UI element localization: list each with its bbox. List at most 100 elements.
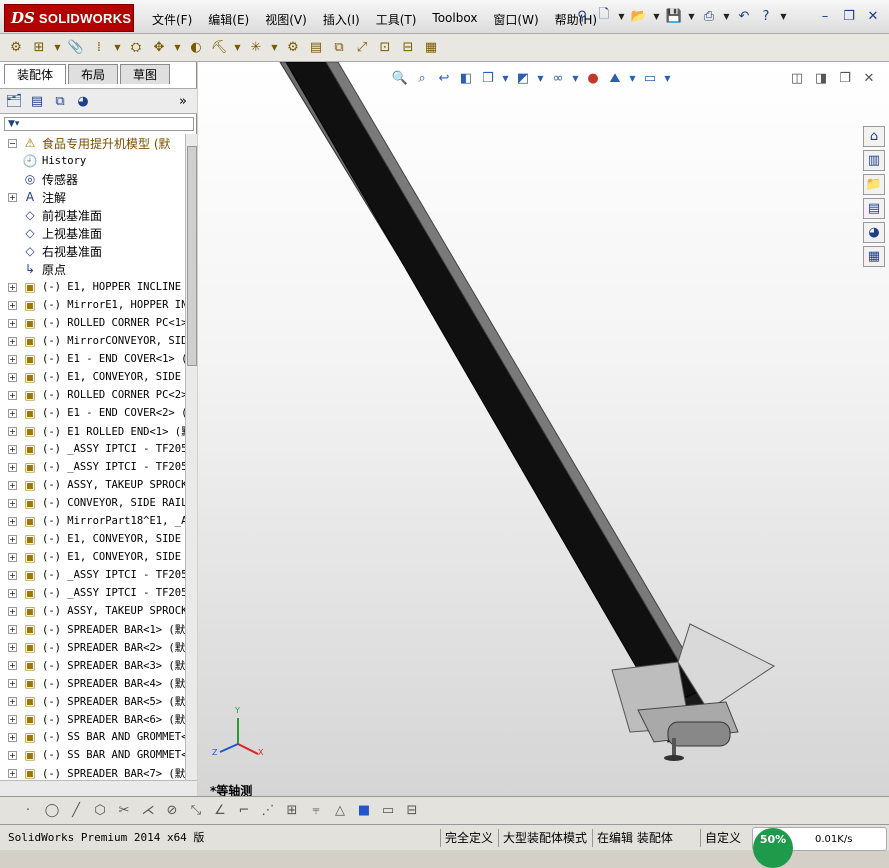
expand-icon[interactable]: +	[8, 552, 17, 562]
chevron-down-icon[interactable]: ▼	[627, 68, 638, 88]
clearance-icon[interactable]: ⊟	[398, 38, 418, 58]
tree-item[interactable]: + ▣ (-) E1 ROLLED END<1> (默	[0, 422, 185, 440]
zoom-area-icon[interactable]: ⌕	[412, 68, 432, 88]
chevron-down-icon[interactable]: ▼	[616, 6, 627, 26]
trim-icon[interactable]: ✂	[114, 801, 134, 821]
close-view-icon[interactable]: ✕	[859, 68, 879, 88]
edit-component-icon[interactable]: ⚙	[6, 38, 26, 58]
interference-icon[interactable]: ⊡	[375, 38, 395, 58]
tree-item[interactable]: + ▣ (-) SPREADER BAR<2> (默	[0, 638, 185, 656]
expand-icon[interactable]: +	[8, 300, 17, 310]
shaded-display-icon[interactable]: ■	[354, 801, 374, 821]
angle-icon[interactable]: ∠	[210, 801, 230, 821]
tree-item[interactable]: + ▣ (-) SPREADER BAR<4> (默	[0, 674, 185, 692]
bill-of-materials-icon[interactable]: ▤	[306, 38, 326, 58]
chevron-down-icon[interactable]: ▼	[535, 68, 546, 88]
tree-item[interactable]: + ▣ (-) E1, CONVEYOR, SIDE	[0, 530, 185, 548]
restore-view-icon[interactable]: ❐	[835, 68, 855, 88]
open-icon[interactable]: 📂	[629, 6, 649, 26]
expand-icon[interactable]: +	[8, 390, 17, 400]
status-custom[interactable]: 自定义	[700, 829, 741, 847]
tree-item[interactable]: + ▣ (-) _ASSY IPTCI - TF205	[0, 458, 185, 476]
tree-item[interactable]: + ▣ (-) SPREADER BAR<3> (默	[0, 656, 185, 674]
move-component-icon[interactable]: ✥	[149, 38, 169, 58]
expand-icon[interactable]: +	[8, 714, 17, 724]
solidworks-resources-icon[interactable]: ⌂	[863, 126, 885, 147]
expand-icon[interactable]: +	[8, 498, 17, 508]
tree-hscrollbar[interactable]	[0, 780, 197, 796]
tree-item[interactable]: + ▣ (-) CONVEYOR, SIDE RAIL	[0, 494, 185, 512]
new-motion-study-icon[interactable]: ⚙	[283, 38, 303, 58]
expand-icon[interactable]: +	[8, 768, 17, 778]
expand-icon[interactable]: +	[8, 732, 17, 742]
menu-toolbox[interactable]: Toolbox	[432, 11, 477, 28]
expand-icon[interactable]: +	[8, 606, 17, 616]
assembly-features-icon[interactable]: ⛏	[209, 38, 229, 58]
network-monitor[interactable]: 50% 0.01K/s	[752, 827, 887, 868]
tree-item[interactable]: + ▣ (-) MirrorCONVEYOR, SID	[0, 332, 185, 350]
reference-geometry-icon[interactable]: ✳	[246, 38, 266, 58]
tree-item[interactable]: + ▣ (-) E1 - END COVER<1> (	[0, 350, 185, 368]
collapse-icon[interactable]: −	[8, 138, 17, 148]
tree-item[interactable]: + ▣ (-) E1, CONVEYOR, SIDE	[0, 368, 185, 386]
exploded-view-icon[interactable]: ⧉	[329, 38, 349, 58]
restore-icon[interactable]: ❐	[839, 6, 859, 26]
menu-file[interactable]: 文件(F)	[152, 11, 192, 28]
chevron-down-icon[interactable]: ▼	[570, 68, 581, 88]
tree-item[interactable]: + ▣ (-) E1, CONVEYOR, SIDE	[0, 548, 185, 566]
view-orientation-icon[interactable]: ❒	[478, 68, 498, 88]
menu-tools[interactable]: 工具(T)	[376, 11, 417, 28]
view-settings-icon[interactable]: ▭	[640, 68, 660, 88]
tree-item[interactable]: ◇ 上视基准面	[0, 224, 185, 242]
tree-item[interactable]: + ▣ (-) MirrorE1, HOPPER IN	[0, 296, 185, 314]
menu-window[interactable]: 窗口(W)	[493, 11, 538, 28]
expand-icon[interactable]: +	[8, 480, 17, 490]
expand-icon[interactable]: +	[8, 354, 17, 364]
expand-icon[interactable]: +	[8, 336, 17, 346]
tab-assembly[interactable]: 装配体	[4, 64, 67, 84]
pin-icon[interactable]: ⚲	[572, 6, 592, 26]
expand-icon[interactable]: +	[8, 696, 17, 706]
expand-icon[interactable]: +	[8, 408, 17, 418]
tree-item[interactable]: ◇ 右视基准面	[0, 242, 185, 260]
dimension-icon[interactable]: ⤡	[186, 801, 206, 821]
print-icon[interactable]: ⎙	[699, 6, 719, 26]
new-document-icon[interactable]: 🗋	[594, 6, 614, 26]
expand-panel-icon[interactable]: »	[173, 91, 193, 111]
tree-item[interactable]: + ▣ (-) _ASSY IPTCI - TF205	[0, 566, 185, 584]
graphics-area[interactable]: Y X Z 🔍 ⌕ ↩ ◧ ❒ ▼ ◩ ▼ ∞ ▼ ● ⛰ ▼ ▭ ▼ ◫ ◨ ❐ ✕ ⌂…	[198, 62, 889, 796]
help-icon[interactable]: ?	[756, 6, 776, 26]
tab-sketch[interactable]: 草图	[120, 64, 171, 84]
expand-icon[interactable]: +	[8, 426, 17, 436]
hide-show-items-icon[interactable]: ∞	[548, 68, 568, 88]
section-view-icon[interactable]: ◧	[456, 68, 476, 88]
tab-layout[interactable]: 布局	[68, 64, 119, 84]
chevron-down-icon[interactable]: ▼	[686, 6, 697, 26]
chevron-down-icon[interactable]: ▼	[662, 68, 673, 88]
polygon-icon[interactable]: ⬡	[90, 801, 110, 821]
configurationmanager-icon[interactable]: ⧉	[50, 91, 70, 111]
mate-icon[interactable]: 📎	[66, 38, 86, 58]
propertymanager-icon[interactable]: ▤	[27, 91, 47, 111]
tree-item[interactable]: + ▣ (-) SPREADER BAR<7> (默	[0, 764, 185, 780]
previous-view-icon[interactable]: ↩	[434, 68, 454, 88]
expand-icon[interactable]: +	[8, 318, 17, 328]
tree-item[interactable]: + ▣ (-) SPREADER BAR<1> (默	[0, 620, 185, 638]
minimize-icon[interactable]: –	[815, 6, 835, 26]
chevron-down-icon[interactable]: ▼	[269, 38, 280, 58]
tree-item[interactable]: + A 注解	[0, 188, 185, 206]
chevron-down-icon[interactable]: ▼	[112, 38, 123, 58]
expand-icon[interactable]: +	[8, 588, 17, 598]
expand-icon[interactable]: +	[8, 444, 17, 454]
expand-icon[interactable]: +	[8, 624, 17, 634]
close-icon[interactable]: ✕	[863, 6, 883, 26]
insert-component-icon[interactable]: ⊞	[29, 38, 49, 58]
expand-icon[interactable]: +	[8, 750, 17, 760]
coordinate-icon[interactable]: ⋰	[258, 801, 278, 821]
displaymanager-icon[interactable]: ◕	[73, 91, 93, 111]
expand-icon[interactable]: +	[8, 282, 17, 292]
tree-item[interactable]: ◇ 前视基准面	[0, 206, 185, 224]
tree-item[interactable]: + ▣ (-) SPREADER BAR<5> (默	[0, 692, 185, 710]
expand-icon[interactable]: +	[8, 372, 17, 382]
tree-item[interactable]: ↳ 原点	[0, 260, 185, 278]
